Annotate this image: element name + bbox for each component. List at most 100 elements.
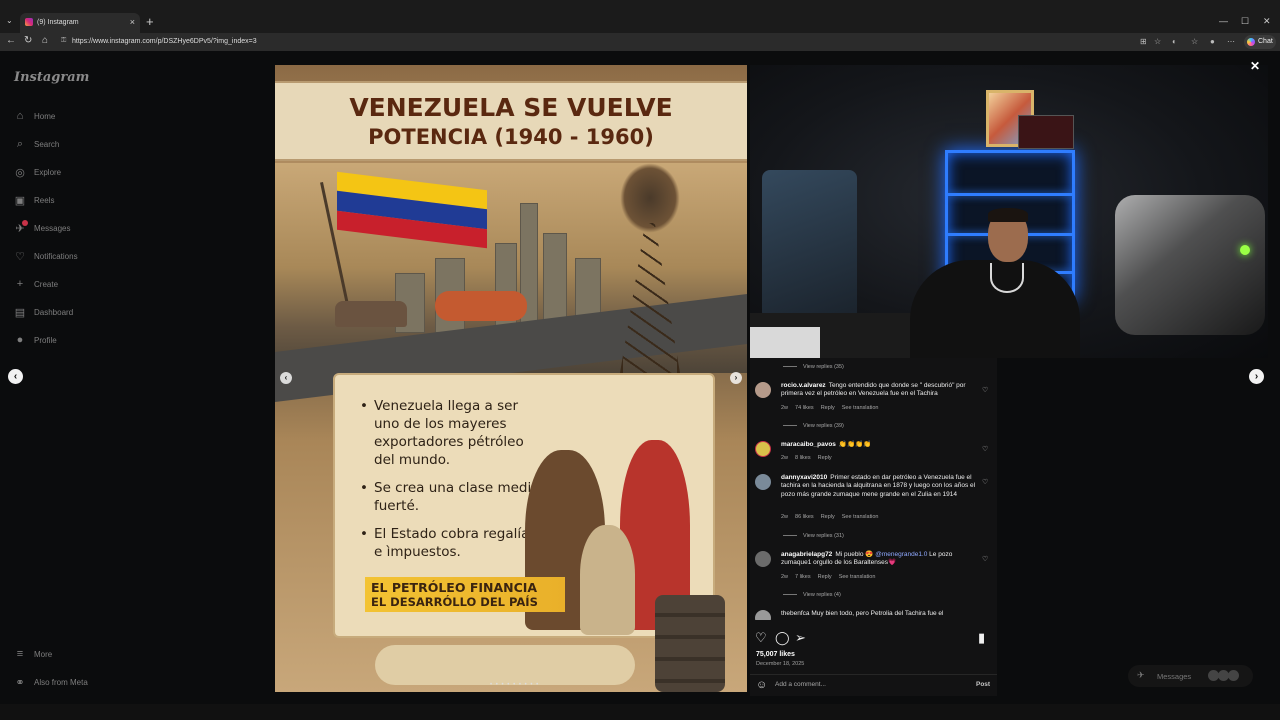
next-post-button[interactable]: › — [1249, 369, 1264, 384]
messages-label: Messages — [1157, 672, 1192, 681]
view-replies-link[interactable]: View replies (4) — [783, 592, 841, 598]
post-comment-button[interactable]: Post — [976, 681, 990, 688]
reply-button[interactable]: Reply — [818, 455, 832, 461]
favorite-star-icon[interactable]: ☆ — [1154, 37, 1161, 46]
comment-username[interactable]: anagabrielapg72 — [781, 551, 832, 558]
avatar[interactable] — [755, 441, 771, 457]
comment-item-partial: thebenfca Muy bien todo, pero Petrolia d… — [755, 610, 995, 620]
like-comment-icon[interactable]: ♡ — [982, 445, 988, 453]
back-icon[interactable]: ← — [6, 35, 16, 46]
like-comment-icon[interactable]: ♡ — [982, 478, 988, 486]
emoji-icon[interactable]: ☺ — [756, 679, 767, 691]
avatar[interactable] — [755, 382, 771, 398]
see-translation-link[interactable]: See translation — [842, 514, 879, 520]
carousel-next-button[interactable]: › — [730, 372, 742, 384]
like-comment-icon[interactable]: ♡ — [982, 555, 988, 563]
messages-icon: ✈ — [1137, 670, 1145, 680]
webcam-overlay — [750, 65, 1268, 358]
comment-meta: 2w 74 likes Reply See translation — [781, 405, 879, 411]
profile-icon[interactable]: ● — [1210, 37, 1215, 46]
streamer-hair — [988, 208, 1028, 222]
plus-icon: + — [16, 278, 24, 290]
comment-text: maracaibo_pavos 👏👏👏👏 — [781, 441, 872, 448]
comment-input[interactable] — [775, 681, 955, 688]
view-replies-link[interactable]: View replies (31) — [783, 533, 844, 539]
see-translation-link[interactable]: See translation — [839, 574, 876, 580]
oil-barrel — [655, 595, 725, 692]
sidebar-item-label: Also from Meta — [34, 678, 88, 687]
apps-icon[interactable]: ⊞ — [1140, 37, 1147, 46]
avatar[interactable] — [755, 474, 771, 490]
carousel-prev-button[interactable]: ‹ — [280, 372, 292, 384]
like-icon[interactable]: ♡ — [755, 630, 767, 646]
copilot-icon — [1247, 38, 1255, 46]
search-icon: ⌕ — [16, 138, 24, 150]
collections-icon[interactable]: ☆ — [1191, 37, 1198, 46]
reply-button[interactable]: Reply — [821, 405, 835, 411]
address-bar[interactable]: ⚿ https://www.instagram.com/p/DSZHye6DPv… — [58, 34, 1178, 49]
streamer-chain — [990, 263, 1024, 293]
browser-tab[interactable]: (9) Instagram × — [20, 13, 140, 33]
comment-username[interactable]: dannyxavi2010 — [781, 474, 827, 481]
instagram-logo[interactable]: Instagram — [14, 70, 89, 85]
unread-badge — [22, 220, 28, 226]
sidebar: Instagram ⌂ Home ⌕ Search ◎ Explore ▣ Re… — [0, 51, 240, 704]
maximize-icon[interactable]: ☐ — [1241, 16, 1249, 27]
wrapped-chair — [762, 170, 857, 320]
post-image[interactable]: VENEZUELA SE VUELVE POTENCIA (1940 - 196… — [275, 65, 747, 692]
refresh-ext-icon[interactable]: ◐ — [1172, 37, 1177, 46]
like-count[interactable]: 75,007 likes — [756, 651, 795, 658]
wall-display-box — [1018, 115, 1074, 149]
child-figure — [580, 525, 635, 635]
bullet-item: Venezuela llega a ser uno de los mayeres… — [360, 397, 540, 469]
copilot-chat-button[interactable]: Chat — [1244, 35, 1276, 49]
scroll-roll — [375, 645, 635, 685]
share-icon[interactable]: ➢ — [795, 630, 806, 646]
messages-pill[interactable]: ✈ Messages — [1128, 665, 1253, 687]
instagram-favicon-icon — [25, 18, 33, 26]
comment-meta: 2w 8 likes Reply — [781, 455, 832, 461]
comment-text: thebenfca Muy bien todo, pero Petrolia d… — [781, 610, 944, 617]
avatar[interactable] — [755, 610, 771, 620]
home-browser-icon[interactable]: ⌂ — [42, 35, 48, 46]
comment-username[interactable]: rocio.v.alvarez — [781, 382, 826, 389]
cta-line2: EL DESARRÓLLO DEL PAÍS — [371, 595, 538, 609]
oil-smoke — [620, 163, 680, 233]
reels-icon: ▣ — [14, 195, 26, 207]
hamburger-icon: ≡ — [16, 648, 24, 660]
comments-panel: View replies (35) rocio.v.alvarez Tengo e… — [750, 358, 997, 696]
comment-text: rocio.v.alvarez Tengo entendido que donde… — [781, 382, 966, 398]
avatar[interactable] — [755, 551, 771, 567]
bullet-item: Se crea una clase media fuerté. — [360, 479, 540, 515]
sidebar-item-label: Reels — [34, 196, 55, 205]
site-info-icon[interactable]: ⚿ — [61, 37, 66, 45]
bookmark-icon[interactable]: ▮ — [978, 630, 985, 646]
view-replies-link[interactable]: View replies (35) — [783, 364, 844, 370]
window-close-icon[interactable]: ✕ — [1263, 16, 1271, 27]
reply-button[interactable]: Reply — [821, 514, 835, 520]
comment-text: dannyxavi2010 Primer estado en dar petról… — [781, 474, 976, 498]
comment-icon[interactable]: ◯ — [775, 630, 790, 646]
add-comment-bar: ☺ Post — [750, 674, 997, 696]
close-modal-icon[interactable]: ✕ — [1250, 59, 1260, 73]
sidebar-item-label: Dashboard — [34, 308, 74, 317]
view-replies-link[interactable]: View replies (39) — [783, 423, 844, 429]
oil-derrick — [620, 223, 680, 373]
mention-link[interactable]: @menegrande1.0 — [875, 551, 927, 558]
see-translation-link[interactable]: See translation — [842, 405, 879, 411]
tab-close-icon[interactable]: × — [130, 17, 135, 27]
tab-list-icon[interactable]: ⌄ — [6, 16, 13, 25]
instagram-page: Instagram ⌂ Home ⌕ Search ◎ Explore ▣ Re… — [0, 51, 1280, 704]
previous-post-button[interactable]: ‹ — [8, 369, 23, 384]
comment-username[interactable]: maracaibo_pavos — [781, 441, 836, 448]
like-comment-icon[interactable]: ♡ — [982, 386, 988, 394]
cta-line1: EL PETRÓLEO FINANCIA — [371, 580, 538, 595]
reply-button[interactable]: Reply — [818, 574, 832, 580]
minimize-icon[interactable]: — — [1219, 16, 1228, 26]
tanker-truck — [435, 291, 527, 321]
reload-icon[interactable]: ↻ — [24, 35, 32, 46]
new-tab-button[interactable]: + — [146, 14, 154, 29]
menu-icon[interactable]: ⋯ — [1227, 37, 1235, 46]
city-oil-scene — [275, 163, 747, 402]
bullet-item: El Estado cobra regalías e ìmpuestos. — [360, 525, 540, 561]
